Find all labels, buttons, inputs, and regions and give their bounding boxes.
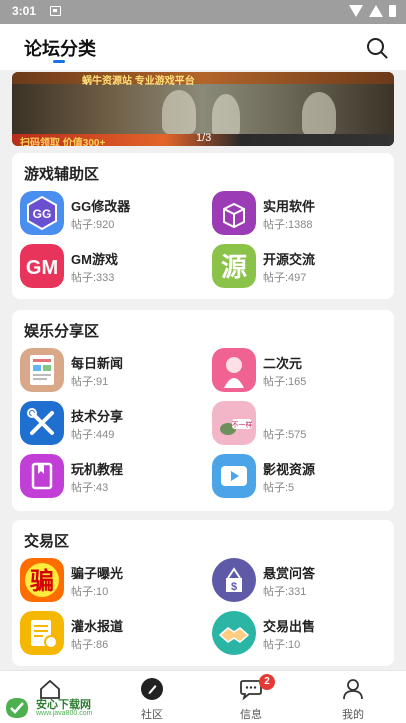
title-indicator (53, 60, 65, 63)
book-icon (20, 454, 64, 498)
section-title: 娱乐分享区 (24, 323, 100, 340)
banner-page-indicator: 1/3 (196, 132, 212, 144)
forum-item-scam[interactable]: 骗 骗子曝光 帖子:10 (20, 558, 200, 606)
bounty-icon: $ (212, 558, 256, 602)
forum-item-bounty[interactable]: $ 悬赏问答 帖子:331 (212, 558, 392, 606)
banner-figure (162, 90, 196, 134)
tab-messages[interactable]: 2 信息 (201, 671, 301, 723)
forum-name: GG修改器 (71, 199, 131, 214)
svg-text:骗: 骗 (30, 567, 54, 595)
notes-icon (20, 611, 64, 655)
svg-text:源: 源 (221, 253, 247, 283)
news-icon (20, 348, 64, 392)
video-icon (212, 454, 256, 498)
post-count: 帖子:333 (71, 272, 115, 284)
forum-name: 影视资源 (263, 462, 316, 477)
forum-name: 技术分享 (71, 409, 124, 424)
unread-badge: 2 (259, 674, 275, 690)
forum-item-tech[interactable]: 技术分享 帖子:449 (20, 401, 200, 449)
section-title: 游戏辅助区 (24, 166, 100, 183)
forum-item-news[interactable]: 每日新闻 帖子:91 (20, 348, 200, 396)
forum-item-meme[interactable]: 不一样 帖子:575 (212, 401, 392, 449)
page-title: 论坛分类 (24, 39, 96, 59)
box-icon (212, 191, 256, 235)
site-watermark: 安心下载网 www.java800.com (4, 694, 104, 722)
watermark-logo-icon (6, 698, 28, 718)
forum-item-video[interactable]: 影视资源 帖子:5 (212, 454, 392, 502)
meme-icon: 不一样 (212, 401, 256, 445)
tab-label: 我的 (342, 709, 364, 721)
svg-text:GG: GG (33, 207, 52, 221)
forum-name: 玩机教程 (71, 462, 124, 477)
section-entertainment: 娱乐分享区 每日新闻 帖子:91 二次元 帖子:165 技术分享 帖子:449 … (12, 310, 394, 511)
post-count: 帖子:920 (71, 219, 115, 231)
post-count: 帖子:91 (71, 376, 109, 388)
post-count: 帖子:449 (71, 429, 115, 441)
svg-text:GM: GM (26, 257, 58, 279)
forum-item-sale[interactable]: 交易出售 帖子:10 (212, 611, 392, 659)
forum-name: 每日新闻 (71, 356, 124, 371)
post-count: 帖子:10 (71, 586, 109, 598)
svg-text:不一样: 不一样 (232, 420, 253, 429)
post-count: 帖子:86 (71, 639, 109, 651)
tab-profile[interactable]: 我的 (303, 671, 403, 723)
section-title: 交易区 (24, 533, 70, 550)
banner-top-strip: 蜗牛资源站 专业游戏平台 (12, 72, 394, 87)
watermark-url: www.java800.com (36, 710, 93, 717)
banner-figure (302, 92, 336, 136)
post-count: 帖子:165 (263, 376, 307, 388)
svg-text:$: $ (231, 581, 237, 593)
gm-icon: GM (20, 244, 64, 288)
forum-item-chat[interactable]: 灌水报道 帖子:86 (20, 611, 200, 659)
search-icon[interactable] (366, 37, 388, 59)
tab-label: 社区 (141, 709, 163, 721)
forum-name: 二次元 (263, 356, 303, 371)
forum-name: 开源交流 (263, 252, 316, 267)
post-count: 帖子:1388 (263, 219, 313, 231)
battery-icon (389, 5, 396, 17)
banner-figure (212, 94, 240, 138)
tab-label: 信息 (240, 709, 262, 721)
scam-icon: 骗 (20, 558, 64, 602)
forum-item-gm[interactable]: GM GM游戏 帖子:333 (20, 244, 200, 292)
forum-item-gg[interactable]: GG GG修改器 帖子:920 (20, 191, 200, 239)
source-icon: 源 (212, 244, 256, 288)
promo-banner[interactable]: 蜗牛资源站 专业游戏平台 扫码领取 价值300+ 1/3 (12, 72, 394, 146)
section-trade: 交易区 骗 骗子曝光 帖子:10 $ 悬赏问答 帖子:331 灌水报道 帖子:8… (12, 520, 394, 666)
post-count: 帖子:331 (263, 586, 307, 598)
forum-name: 骗子曝光 (71, 566, 124, 581)
forum-name: 交易出售 (263, 619, 316, 634)
forum-name: GM游戏 (71, 252, 118, 267)
community-icon (141, 678, 163, 700)
tools-icon (20, 401, 64, 445)
signal-icon (369, 5, 383, 17)
post-count: 帖子:575 (263, 429, 307, 441)
forum-name: 实用软件 (263, 199, 316, 214)
forum-item-opensource[interactable]: 源 开源交流 帖子:497 (212, 244, 392, 292)
section-game-assist: 游戏辅助区 GG GG修改器 帖子:920 实用软件 帖子:1388 GM GM… (12, 153, 394, 299)
forum-item-anime[interactable]: 二次元 帖子:165 (212, 348, 392, 396)
post-count: 帖子:43 (71, 482, 109, 494)
post-count: 帖子:10 (263, 639, 301, 651)
forum-name: 灌水报道 (71, 619, 124, 634)
post-count: 帖子:497 (263, 272, 307, 284)
banner-top-text: 蜗牛资源站 专业游戏平台 (82, 76, 195, 87)
anime-icon (212, 348, 256, 392)
app-header: 论坛分类 (0, 24, 406, 70)
forum-name: 悬赏问答 (263, 566, 316, 581)
forum-item-software[interactable]: 实用软件 帖子:1388 (212, 191, 392, 239)
tab-community[interactable]: 社区 (102, 671, 202, 723)
post-count: 帖子:5 (263, 482, 295, 494)
handshake-icon (212, 611, 256, 655)
wifi-icon (349, 5, 363, 17)
profile-icon (343, 679, 363, 700)
forum-item-tutorial[interactable]: 玩机教程 帖子:43 (20, 454, 200, 502)
banner-bottom-text: 扫码领取 价值300+ (20, 138, 106, 146)
sim-card-icon (50, 6, 61, 16)
status-bar: 3:01 (0, 0, 406, 24)
status-time: 3:01 (12, 4, 37, 18)
gg-icon: GG (20, 191, 64, 235)
